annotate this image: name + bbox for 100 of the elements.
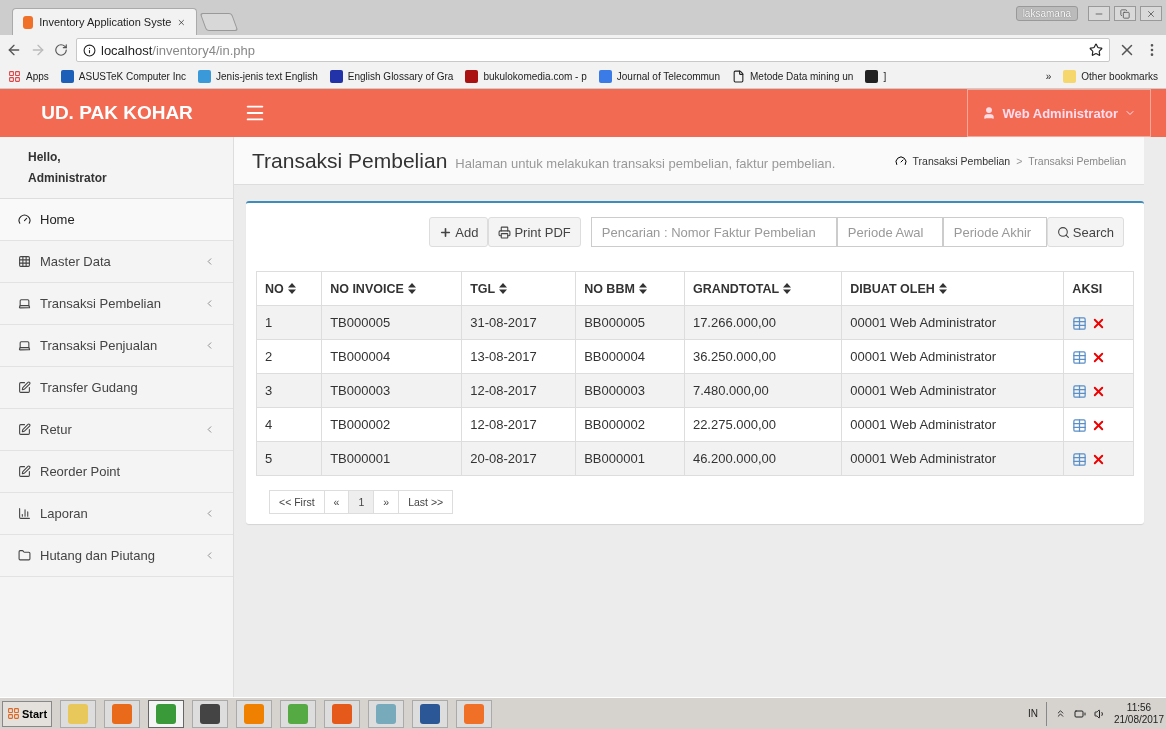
table-cell: 4: [256, 407, 322, 442]
column-header[interactable]: TGL: [461, 271, 576, 306]
table-cell: 5: [256, 441, 322, 476]
bookmark-link[interactable]: ASUSTeK Computer Inc: [60, 70, 187, 83]
windows-logo-icon: [7, 707, 20, 720]
sort-icon[interactable]: [287, 282, 296, 294]
bookmark-link[interactable]: Metode Data mining un: [732, 70, 854, 83]
table-cell: 00001 Web Administrator: [841, 441, 1064, 476]
info-icon: [83, 43, 96, 57]
table-cell: 1: [256, 305, 322, 340]
sort-icon[interactable]: [938, 282, 947, 294]
table-cell: 13-08-2017: [461, 339, 576, 374]
home-icon: [18, 213, 31, 226]
battery-icon[interactable]: [1073, 707, 1086, 720]
search-button[interactable]: Search: [1046, 217, 1124, 247]
add-button[interactable]: Add: [429, 217, 489, 247]
restore-button[interactable]: [1114, 6, 1136, 21]
column-header[interactable]: NO INVOICE: [321, 271, 462, 306]
table-cell: BB000003: [575, 373, 685, 408]
star-icon[interactable]: [1089, 43, 1103, 57]
speaker-icon[interactable]: [1093, 707, 1106, 720]
taskbar-app[interactable]: [412, 699, 449, 728]
sort-icon[interactable]: [783, 282, 792, 294]
bookmark-link[interactable]: Apps: [8, 70, 49, 83]
browser-tab[interactable]: Inventory Application Syste: [12, 8, 197, 35]
breadcrumb-link[interactable]: Transaksi Pembelian: [1028, 154, 1126, 167]
sidebar-item[interactable]: Home: [0, 199, 233, 241]
breadcrumb-link[interactable]: Transaksi Pembelian: [912, 154, 1011, 167]
taskbar-app[interactable]: [192, 699, 229, 728]
end-date-field[interactable]: Periode Akhir: [942, 217, 1047, 247]
page-subtitle: Halaman untuk melakukan transaksi pembelian, faktur pembelian.: [455, 155, 836, 171]
table-cell: 36.250.000,00: [684, 339, 842, 374]
table-cell: BB000004: [575, 339, 685, 374]
grid-icon: [18, 255, 31, 268]
bookmark-link[interactable]: Jenis-jenis text English: [198, 70, 318, 83]
table-icon[interactable]: [1072, 451, 1088, 467]
pagination-link[interactable]: Last >>: [398, 490, 454, 514]
table-cell: TB000003: [321, 373, 462, 408]
dashboard-icon: [894, 154, 907, 167]
back-icon[interactable]: [6, 42, 22, 58]
table-cell: 12-08-2017: [461, 373, 576, 408]
reload-icon[interactable]: [54, 43, 68, 57]
sort-icon[interactable]: [407, 282, 416, 294]
search-icon: [1056, 225, 1070, 239]
table-icon[interactable]: [1072, 417, 1088, 433]
pagination-link[interactable]: << First: [269, 490, 325, 514]
laptop-icon: [18, 297, 31, 310]
column-header[interactable]: GRANDTOTAL: [684, 271, 842, 306]
bookmark-link[interactable]: bukulokomedia.com - p: [465, 70, 587, 83]
table-cell: 2: [256, 339, 322, 374]
table-cell: BB000001: [575, 441, 685, 476]
column-header[interactable]: DIBUAT OLEH: [841, 271, 1064, 306]
pagination-link[interactable]: 1: [348, 490, 375, 514]
table-icon[interactable]: [1072, 383, 1088, 399]
print-pdf-button[interactable]: Print PDF: [488, 217, 581, 247]
table-cell: 46.200.000,00: [684, 441, 842, 476]
breadcrumb-separator: >: [1016, 154, 1023, 167]
site-favicon-icon: [865, 70, 879, 83]
table-cell: 20-08-2017: [461, 441, 576, 476]
table-cell: 17.266.000,00: [684, 305, 842, 340]
table-cell: 00001 Web Administrator: [841, 305, 1064, 340]
table-cell: 12-08-2017: [461, 407, 576, 442]
bookmark-link[interactable]: Journal of Telecommun: [598, 70, 720, 83]
table-cell: 22.275.000,00: [684, 407, 842, 442]
table-cell: TB000004: [321, 339, 462, 374]
more-bookmarks-button[interactable]: »: [1045, 71, 1052, 82]
edit-icon: [18, 465, 31, 478]
table-cell: 7.480.000,00: [684, 373, 842, 408]
laptop-icon: [18, 339, 31, 352]
table-icon[interactable]: [1072, 315, 1088, 331]
edit-icon: [18, 423, 31, 436]
bookmark-link[interactable]: English Glossary of Gra: [329, 70, 454, 83]
sort-icon[interactable]: [638, 282, 647, 294]
close-icon: [1146, 8, 1156, 19]
column-header[interactable]: NO BBM: [575, 271, 685, 306]
start-button[interactable]: Start: [2, 700, 53, 727]
pagination-link[interactable]: «: [323, 490, 350, 514]
table-cell: TB000002: [321, 407, 462, 442]
table-cell: TB000001: [321, 441, 462, 476]
apps-grid-icon: [8, 70, 21, 83]
folder-icon: [1063, 70, 1077, 83]
search-field[interactable]: Pencarian : Nomor Faktur Pembelian: [590, 217, 837, 247]
table-icon[interactable]: [1072, 349, 1088, 365]
document-icon: [732, 70, 745, 83]
bookmark-folder[interactable]: Other bookmarks: [1063, 70, 1158, 83]
table-cell: 00001 Web Administrator: [841, 339, 1064, 374]
bookmark-link[interactable]: ]: [865, 70, 887, 83]
column-header: AKSI: [1063, 271, 1134, 306]
column-header[interactable]: NO: [256, 271, 322, 306]
language-indicator[interactable]: IN: [1027, 708, 1038, 719]
taskbar-app[interactable]: [148, 699, 185, 728]
pagination-link[interactable]: »: [373, 490, 400, 514]
address-field[interactable]: localhost/inventory4/in.php: [76, 38, 1110, 62]
app-favicon-icon: [23, 15, 34, 29]
sort-icon[interactable]: [499, 282, 508, 294]
close-window-button[interactable]: [1140, 6, 1162, 21]
clock[interactable]: 11:56 21/08/2017: [1113, 701, 1164, 726]
start-date-field[interactable]: Periode Awal: [836, 217, 943, 247]
site-favicon-icon: [198, 70, 212, 83]
plus-icon: [439, 225, 453, 239]
